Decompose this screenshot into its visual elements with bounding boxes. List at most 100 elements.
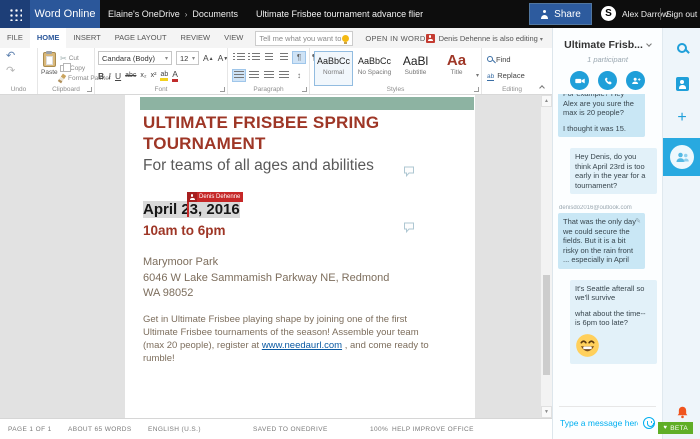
undo-icon[interactable] [6, 49, 15, 62]
status-help-improve-office[interactable]: HELP IMPROVE OFFICE [392, 419, 474, 439]
chat-message-outgoing[interactable]: It's Seattle afterall so we'll survive w… [570, 279, 657, 364]
flyer-title[interactable]: ULTIMATE FRISBEE SPRING TOURNAMENT [143, 112, 395, 154]
chat-panel: Ultimate Frisb... 1 participant For exam… [552, 28, 662, 439]
font-family-select[interactable]: Candara (Body) [98, 51, 172, 65]
notifications-bell-icon[interactable] [663, 405, 700, 419]
tab-page-layout[interactable]: PAGE LAYOUT [108, 28, 174, 48]
scroll-up-arrow[interactable] [541, 95, 552, 107]
chat-conversation-title[interactable]: Ultimate Frisb... [564, 39, 643, 51]
app-launcher-button[interactable] [0, 0, 30, 28]
add-participant-button[interactable] [626, 71, 645, 90]
signed-in-user[interactable]: Alex Darrow [622, 0, 668, 28]
flyer-date[interactable]: April 23, 2016 [143, 201, 240, 218]
flyer-address[interactable]: Marymoor Park 6046 W Lake Sammamish Park… [143, 255, 389, 302]
clipboard-dialog-launcher[interactable] [87, 87, 92, 92]
chat-sender-address: denisdo2016@outlook.com [559, 205, 632, 211]
style-title[interactable]: Aa Title [437, 51, 476, 86]
flyer-subtitle[interactable]: For teams of all ages and abilities [143, 157, 374, 175]
chat-message-input[interactable] [560, 418, 638, 428]
highlight-color-button[interactable]: ab [160, 71, 169, 81]
replace-button[interactable]: Replace [482, 69, 542, 81]
chat-message-list[interactable]: For example? Hey Alex are you sure the m… [553, 94, 662, 406]
sign-out-link[interactable]: Sign out [666, 0, 697, 28]
open-in-word-button[interactable]: OPEN IN WORD [365, 34, 425, 43]
numbering-button[interactable] [247, 51, 261, 64]
strikethrough-button[interactable]: abc [125, 72, 136, 79]
find-button[interactable]: Find [482, 53, 542, 65]
audio-call-button[interactable] [598, 71, 617, 90]
chat-message-incoming[interactable]: That was the only day we could secure th… [558, 213, 645, 269]
tab-file[interactable]: FILE [0, 28, 30, 48]
font-dialog-launcher[interactable] [220, 87, 225, 92]
scroll-down-arrow[interactable] [541, 406, 552, 418]
superscript-button[interactable]: x² [151, 72, 157, 79]
sidebar-conversations-button-active[interactable] [663, 138, 700, 176]
font-size-select[interactable]: 12 [176, 51, 199, 65]
ribbon: Undo Paste Cut Copy Format Painter Clipb… [0, 48, 552, 95]
chat-message-incoming[interactable]: For example? Hey Alex are you sure the m… [558, 94, 645, 137]
style-subtitle[interactable]: AaBl Subtitle [396, 51, 435, 86]
align-left-button[interactable] [232, 69, 246, 82]
bold-button[interactable]: B [98, 71, 104, 81]
font-color-button[interactable]: A [172, 70, 178, 82]
document-title[interactable]: Ultimate Frisbee tournament advance flie… [256, 0, 423, 28]
ltr-direction-button[interactable] [292, 51, 306, 64]
sidebar-new-conversation-button[interactable]: + [663, 108, 700, 128]
paste-icon [42, 51, 56, 67]
group-label-paragraph: Paragraph [253, 86, 284, 93]
status-language[interactable]: ENGLISH (U.S.) [148, 419, 201, 439]
sidebar-search-button[interactable] [663, 38, 700, 58]
coauthor-status[interactable]: Denis Dehenne is also editing [439, 34, 543, 43]
paragraph-dialog-launcher[interactable] [302, 87, 307, 92]
flyer-time[interactable]: 10am to 6pm [143, 223, 226, 238]
status-word-count[interactable]: ABOUT 65 WORDS [68, 419, 132, 439]
registration-link[interactable]: www.needaurl.com [262, 340, 342, 351]
video-call-button[interactable] [570, 71, 589, 90]
shrink-font-button[interactable]: A ▼ [218, 54, 229, 63]
line-spacing-button[interactable] [292, 69, 306, 82]
style-normal[interactable]: AaBbCc Normal [314, 51, 353, 86]
skype-status-icon[interactable]: S [601, 6, 616, 21]
italic-button[interactable]: I [108, 71, 111, 81]
grow-font-button[interactable]: A ▲ [203, 54, 214, 63]
breadcrumb-location[interactable]: Elaine's OneDrive [108, 9, 180, 19]
document-canvas[interactable]: ULTIMATE FRISBEE SPRING TOURNAMENT For t… [0, 95, 552, 418]
tell-me-box[interactable] [255, 30, 354, 46]
emoticon-picker-icon[interactable] [643, 417, 655, 429]
document-scrollbar[interactable] [540, 95, 552, 418]
copy-icon [60, 62, 71, 72]
tell-me-input[interactable] [259, 33, 343, 43]
redo-icon[interactable] [6, 64, 15, 77]
underline-button[interactable]: U [115, 71, 121, 81]
comment-indicator-icon[interactable] [403, 166, 415, 177]
breadcrumb-folder[interactable]: Documents [192, 9, 238, 19]
tab-insert[interactable]: INSERT [66, 28, 107, 48]
document-page[interactable]: ULTIMATE FRISBEE SPRING TOURNAMENT For t… [125, 95, 475, 418]
align-center-button[interactable] [247, 69, 261, 82]
tab-review[interactable]: REVIEW [174, 28, 218, 48]
bullets-button[interactable] [232, 51, 246, 64]
sidebar-contacts-button[interactable] [663, 74, 700, 94]
chat-header: Ultimate Frisb... 1 participant [553, 28, 662, 94]
decrease-indent-button[interactable] [262, 51, 276, 64]
edit-message-icon[interactable] [635, 216, 641, 227]
tab-home[interactable]: HOME [29, 28, 67, 48]
status-zoom-level[interactable]: 100% [370, 419, 388, 439]
share-button[interactable]: Share [529, 3, 592, 25]
chat-message-outgoing[interactable]: Hey Denis, do you think April 23rd is to… [570, 148, 657, 194]
status-page-count[interactable]: PAGE 1 OF 1 [8, 419, 52, 439]
increase-indent-button[interactable] [277, 51, 291, 64]
justify-button[interactable] [277, 69, 291, 82]
subscript-button[interactable]: x₂ [140, 72, 146, 79]
scrollbar-thumb[interactable] [543, 275, 550, 375]
tab-view[interactable]: VIEW [217, 28, 250, 48]
flyer-body-paragraph[interactable]: Get in Ultimate Frisbee playing shape by… [143, 313, 439, 365]
align-right-button[interactable] [262, 69, 276, 82]
coauthor-flag-person-icon [187, 192, 197, 202]
styles-gallery-more-button[interactable] [476, 72, 479, 79]
styles-dialog-launcher[interactable] [474, 87, 479, 92]
paste-button[interactable]: Paste [41, 51, 58, 76]
comment-indicator-icon[interactable] [403, 222, 415, 233]
chevron-down-icon[interactable] [646, 41, 652, 47]
style-no-spacing[interactable]: AaBbCc No Spacing [355, 51, 394, 86]
